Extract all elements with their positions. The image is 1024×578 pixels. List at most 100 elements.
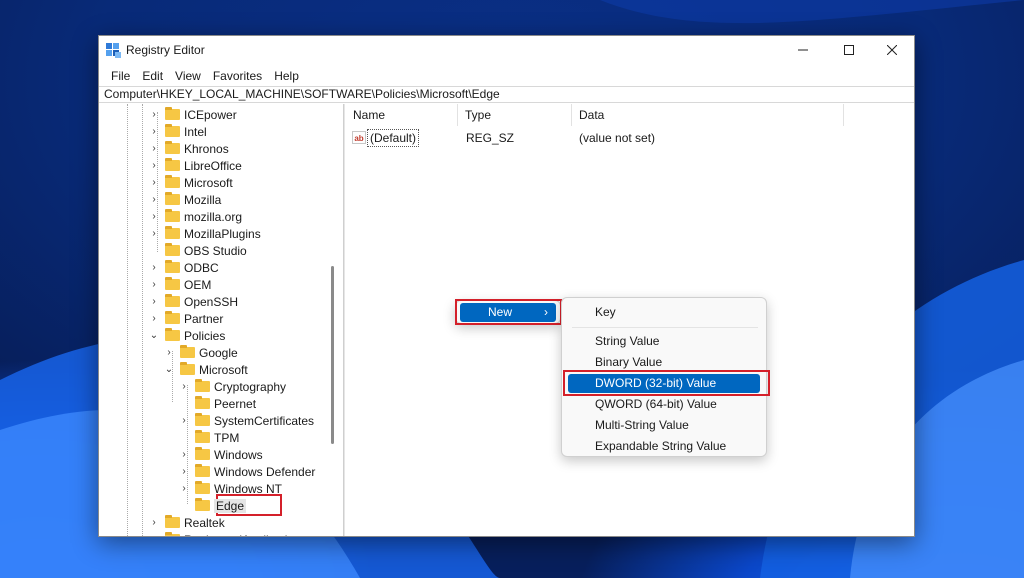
- folder-icon: [165, 328, 180, 341]
- window-title: Registry Editor: [126, 43, 205, 57]
- menu-favorites[interactable]: Favorites: [207, 69, 268, 83]
- chevron-right-icon[interactable]: ›: [179, 480, 189, 497]
- chevron-down-icon[interactable]: ⌄: [149, 327, 159, 344]
- chevron-right-icon[interactable]: ›: [179, 463, 189, 480]
- chevron-right-icon[interactable]: ›: [149, 276, 159, 293]
- value-name-default[interactable]: (Default): [367, 129, 420, 147]
- tree-item[interactable]: › Google: [164, 344, 238, 361]
- submenu-item-multi-string-value[interactable]: Multi-String Value: [568, 416, 760, 435]
- chevron-right-icon[interactable]: ›: [149, 208, 159, 225]
- tree-item-label: RegisteredApplications: [184, 533, 307, 537]
- tree-item[interactable]: › Windows: [179, 446, 263, 463]
- chevron-down-icon[interactable]: ⌄: [164, 361, 174, 378]
- menu-bar: File Edit View Favorites Help: [99, 66, 914, 86]
- chevron-right-icon[interactable]: ›: [149, 310, 159, 327]
- folder-icon: [180, 345, 195, 358]
- tree-item[interactable]: › Cryptography: [179, 378, 286, 395]
- tree-item-label: Cryptography: [214, 379, 287, 394]
- tree-guide-line: [142, 104, 143, 536]
- tree-item-label: Khronos: [184, 141, 229, 156]
- folder-icon: [165, 192, 180, 205]
- chevron-right-icon[interactable]: ›: [149, 140, 159, 157]
- tree-item[interactable]: › ODBC: [149, 259, 219, 276]
- submenu-item-key[interactable]: Key: [568, 303, 760, 322]
- column-header-data[interactable]: Data: [572, 104, 844, 126]
- tree-item[interactable]: TPM: [179, 429, 239, 446]
- tree-item[interactable]: OBS Studio: [149, 242, 247, 259]
- folder-icon: [180, 362, 195, 375]
- chevron-right-icon[interactable]: ›: [149, 259, 159, 276]
- tree-item[interactable]: ⌄ Microsoft: [164, 361, 248, 378]
- tree-item-label: Edge: [214, 498, 247, 513]
- submenu-item-qword-value[interactable]: QWORD (64-bit) Value: [568, 395, 760, 414]
- tree-item[interactable]: › Microsoft: [149, 174, 233, 191]
- dword-highlight-box: [563, 370, 770, 396]
- minimize-icon: [798, 49, 808, 51]
- menu-help[interactable]: Help: [268, 69, 305, 83]
- value-data: (value not set): [579, 131, 656, 145]
- chevron-right-icon[interactable]: ›: [149, 225, 159, 242]
- folder-icon: [165, 209, 180, 222]
- tree-item[interactable]: › Mozilla: [149, 191, 221, 208]
- tree-item[interactable]: Peernet: [179, 395, 256, 412]
- chevron-right-icon[interactable]: ›: [179, 378, 189, 395]
- tree-item[interactable]: › Intel: [149, 123, 207, 140]
- tree-item[interactable]: › OpenSSH: [149, 293, 238, 310]
- tree-item[interactable]: Edge: [179, 497, 247, 514]
- tree-item[interactable]: ⌄ Policies: [149, 327, 225, 344]
- tree-item[interactable]: › Windows Defender: [179, 463, 315, 480]
- chevron-right-icon[interactable]: ›: [149, 531, 159, 536]
- tree-item-label: LibreOffice: [184, 158, 242, 173]
- column-header-type[interactable]: Type: [458, 104, 572, 126]
- tree-item[interactable]: › MozillaPlugins: [149, 225, 261, 242]
- maximize-button[interactable]: [827, 36, 871, 64]
- tree-item-label: OBS Studio: [184, 243, 247, 258]
- chevron-right-icon[interactable]: ›: [179, 412, 189, 429]
- minimize-button[interactable]: [781, 36, 825, 64]
- folder-icon: [165, 107, 180, 120]
- value-type: REG_SZ: [466, 131, 515, 145]
- title-bar[interactable]: Registry Editor: [99, 36, 914, 64]
- tree-scrollbar[interactable]: [331, 266, 334, 444]
- chevron-right-icon: [149, 242, 159, 259]
- column-header-name[interactable]: Name: [346, 104, 458, 126]
- string-value-icon: ab: [352, 131, 366, 144]
- chevron-right-icon[interactable]: ›: [179, 446, 189, 463]
- tree-item-label: mozilla.org: [184, 209, 243, 224]
- registry-tree: › ICEpower › Intel › Khronos › LibreOffice › Micr…: [99, 104, 343, 536]
- menu-view[interactable]: View: [169, 69, 207, 83]
- tree-guide-line: [127, 104, 128, 536]
- pane-splitter[interactable]: [343, 104, 345, 536]
- chevron-right-icon[interactable]: ›: [149, 191, 159, 208]
- tree-item[interactable]: › Khronos: [149, 140, 229, 157]
- tree-item[interactable]: › mozilla.org: [149, 208, 242, 225]
- chevron-right-icon[interactable]: ›: [149, 174, 159, 191]
- tree-item-label: Peernet: [214, 396, 257, 411]
- close-button[interactable]: [870, 36, 914, 64]
- chevron-right-icon[interactable]: ›: [164, 344, 174, 361]
- tree-item[interactable]: › Realtek: [149, 514, 225, 531]
- tree-item-label: Microsoft: [199, 362, 248, 377]
- tree-item[interactable]: › RegisteredApplications: [149, 531, 307, 536]
- chevron-right-icon[interactable]: ›: [149, 514, 159, 531]
- menu-edit[interactable]: Edit: [136, 69, 169, 83]
- folder-icon: [165, 277, 180, 290]
- address-bar[interactable]: Computer\HKEY_LOCAL_MACHINE\SOFTWARE\Pol…: [99, 86, 914, 103]
- chevron-right-icon[interactable]: ›: [149, 157, 159, 174]
- submenu-item-expandable-string-value[interactable]: Expandable String Value: [568, 437, 760, 456]
- tree-item[interactable]: › OEM: [149, 276, 211, 293]
- chevron-right-icon[interactable]: ›: [149, 293, 159, 310]
- chevron-right-icon[interactable]: ›: [149, 106, 159, 123]
- tree-item[interactable]: › ICEpower: [149, 106, 237, 123]
- tree-item-label: OpenSSH: [184, 294, 239, 309]
- tree-item[interactable]: › LibreOffice: [149, 157, 242, 174]
- chevron-right-icon[interactable]: ›: [149, 123, 159, 140]
- folder-icon: [195, 447, 210, 460]
- tree-item-label: MozillaPlugins: [184, 226, 261, 241]
- menu-file[interactable]: File: [105, 69, 136, 83]
- chevron-right-icon: [179, 429, 189, 446]
- tree-item[interactable]: › Partner: [149, 310, 223, 327]
- submenu-item-string-value[interactable]: String Value: [568, 332, 760, 351]
- folder-icon: [165, 141, 180, 154]
- tree-item[interactable]: › SystemCertificates: [179, 412, 314, 429]
